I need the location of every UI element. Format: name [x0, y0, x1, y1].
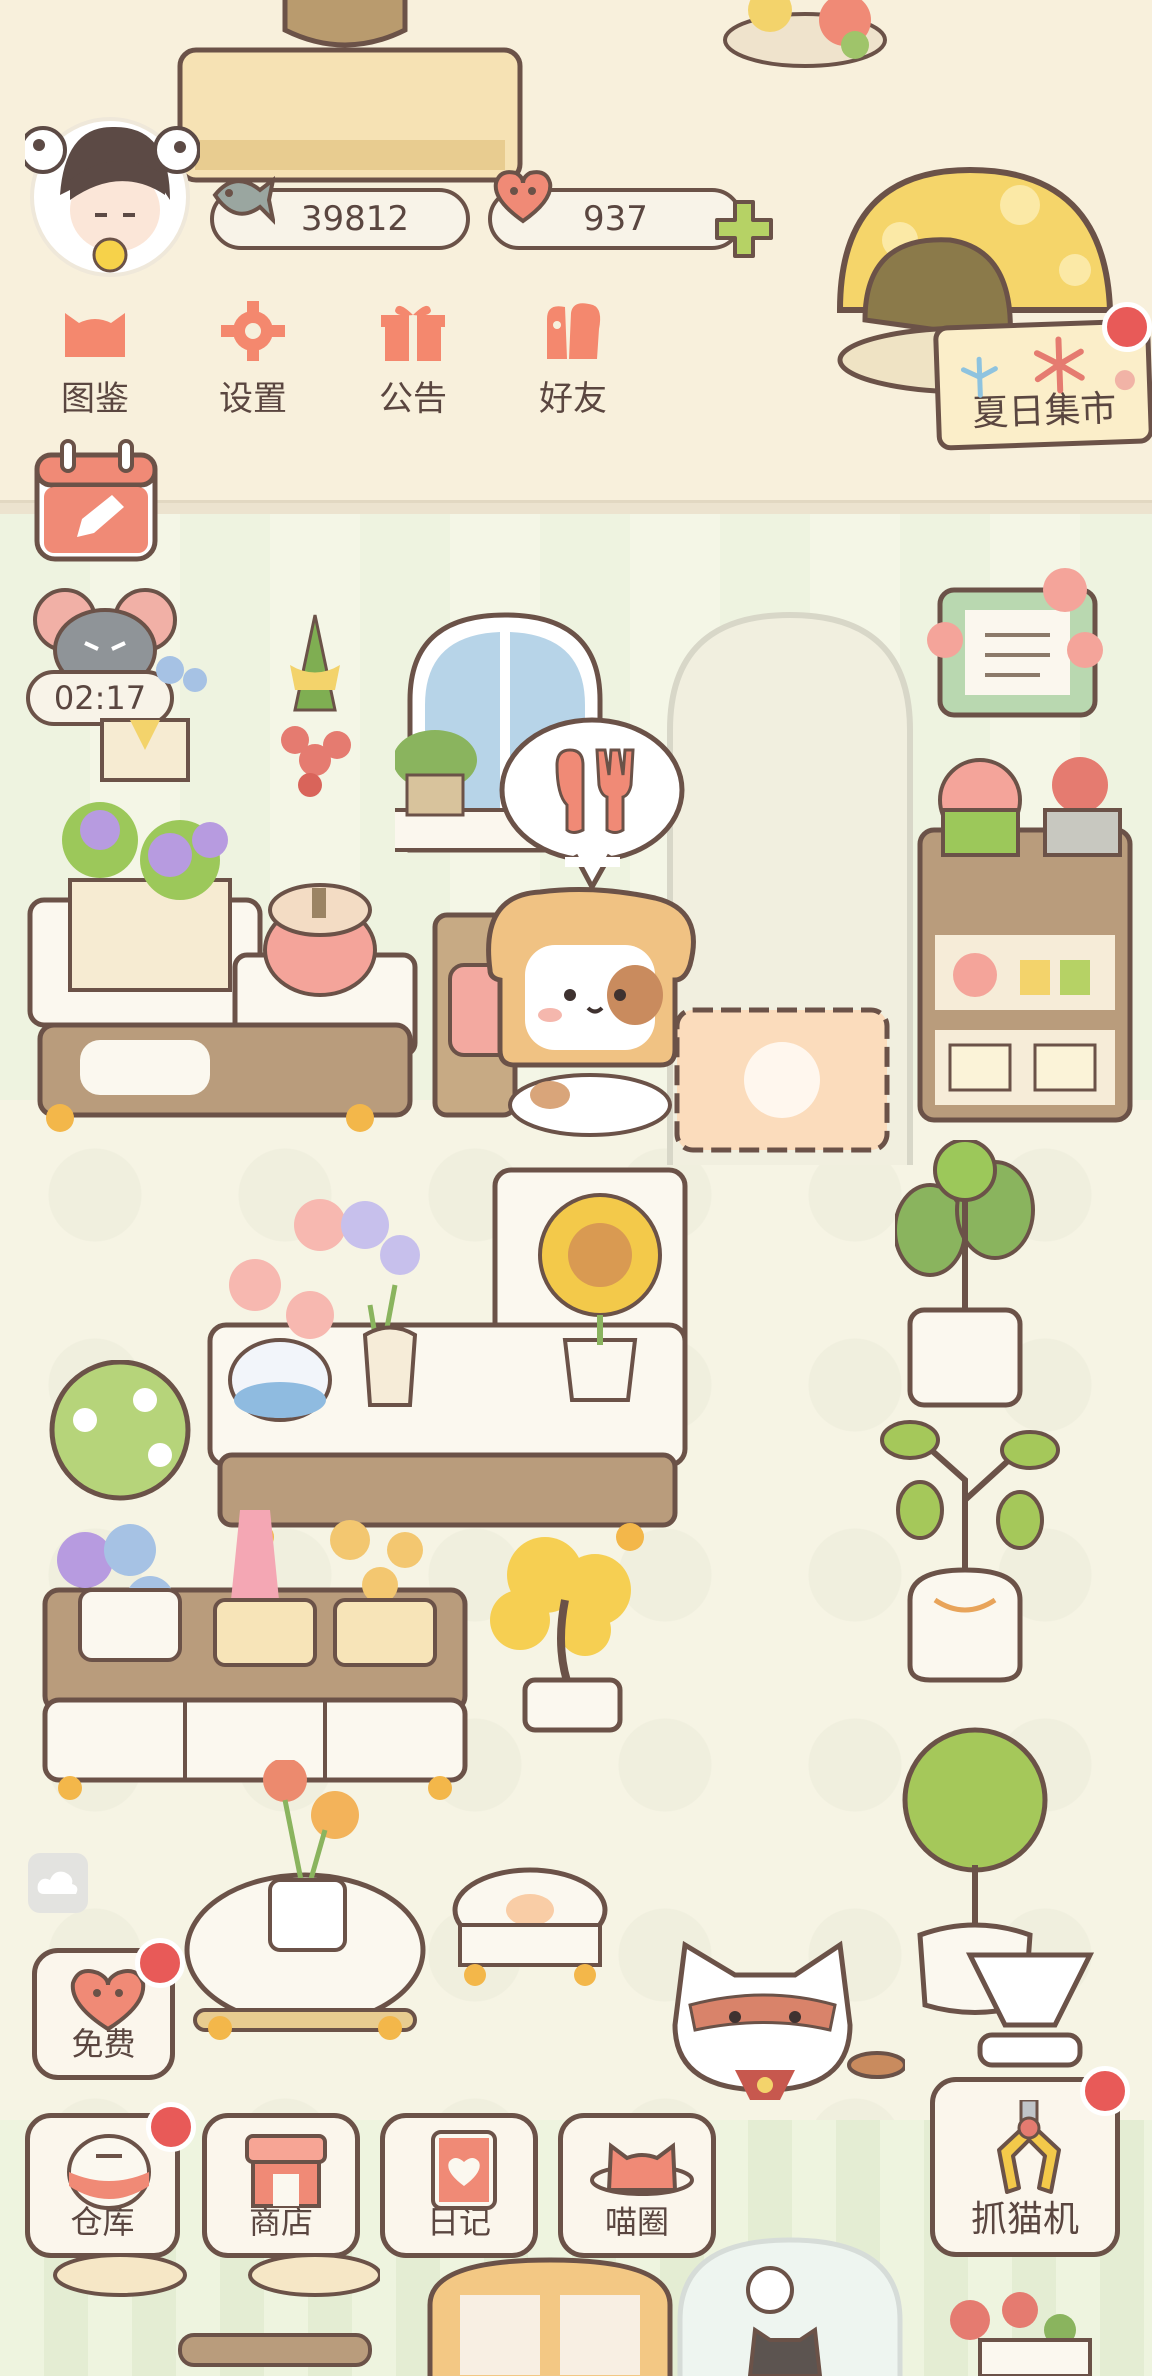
- potted-shelf-decoration: [917, 757, 1133, 1123]
- wooden-sign-decoration: [177, 0, 523, 183]
- flower-pot-bottom-decoration: [950, 2292, 1092, 2376]
- diary-icon: [431, 2130, 497, 2210]
- fish-count: 39812: [300, 199, 410, 239]
- round-table-with-vase: [184, 1760, 426, 2040]
- cat-head-icon: [65, 313, 125, 357]
- bottom-pots-decoration: [53, 2255, 380, 2367]
- menu-announcement-button[interactable]: 公告: [348, 290, 478, 420]
- weather-toggle-button[interactable]: [28, 1853, 88, 1913]
- menu-codex-button[interactable]: 图鉴: [30, 290, 160, 420]
- menu-settings-label: 设置: [219, 379, 287, 419]
- toast-hat-cat[interactable]: [470, 880, 710, 1140]
- heart-icon: [493, 170, 553, 224]
- event-notification-dot: [1102, 302, 1152, 352]
- claw-icon: [997, 2100, 1061, 2194]
- warehouse-icon: [67, 2134, 151, 2210]
- fiddle-leaf-plant: [895, 1140, 1035, 1408]
- warehouse-notification-dot: [146, 2102, 196, 2152]
- hanging-bouquet-decoration: [281, 614, 351, 797]
- claw-notification-dot: [1080, 2066, 1130, 2116]
- nav-shop-button[interactable]: 商店: [202, 2113, 360, 2258]
- masked-cat[interactable]: [665, 1935, 905, 2125]
- friends-icon: [547, 303, 601, 359]
- wooden-cabinet-decoration: [427, 2257, 673, 2376]
- hanging-leaf-plant: [880, 1420, 1060, 1683]
- coffee-dripper-decoration: [965, 1952, 1095, 2068]
- blue-flower-box-decoration: [100, 656, 207, 782]
- flower-display-table: [207, 1167, 688, 1551]
- stool-decoration: [452, 1867, 608, 1986]
- heart-count: 937: [583, 199, 648, 239]
- gear-icon: [221, 301, 285, 361]
- notice-board-decoration: [927, 568, 1103, 718]
- menu-friends-label: 好友: [539, 379, 607, 419]
- menu-announcement-label: 公告: [379, 379, 447, 419]
- round-bush-decoration: [49, 1360, 191, 1501]
- menu-settings-button[interactable]: 设置: [188, 290, 318, 420]
- glass-dome-cat-decoration: [677, 2237, 903, 2376]
- fish-icon: [212, 175, 275, 225]
- flower-planter-bench: [42, 1510, 468, 1800]
- free-notification-dot: [135, 1938, 185, 1988]
- cat-planet-icon: [590, 2142, 694, 2196]
- counter-with-purple-flowers: [27, 802, 418, 1132]
- gift-icon: [381, 305, 445, 361]
- cloud-icon: [37, 1871, 78, 1894]
- calendar-edit-button[interactable]: [32, 437, 162, 567]
- nav-diary-button[interactable]: 日记: [380, 2113, 538, 2258]
- menu-codex-label: 图鉴: [61, 379, 129, 419]
- shop-icon: [245, 2134, 327, 2208]
- menu-friends-button[interactable]: 好友: [508, 290, 638, 420]
- player-avatar[interactable]: [25, 105, 200, 280]
- yellow-bonsai: [490, 1537, 631, 1733]
- food-request-bubble[interactable]: [495, 715, 690, 890]
- game-stage: 39812 937 夏日集市 图鉴 设置 公告 好友 02:17 免费 仓库 商…: [0, 0, 1152, 2376]
- flower-pot-top-decoration: [723, 0, 887, 68]
- plus-icon[interactable]: [713, 198, 775, 260]
